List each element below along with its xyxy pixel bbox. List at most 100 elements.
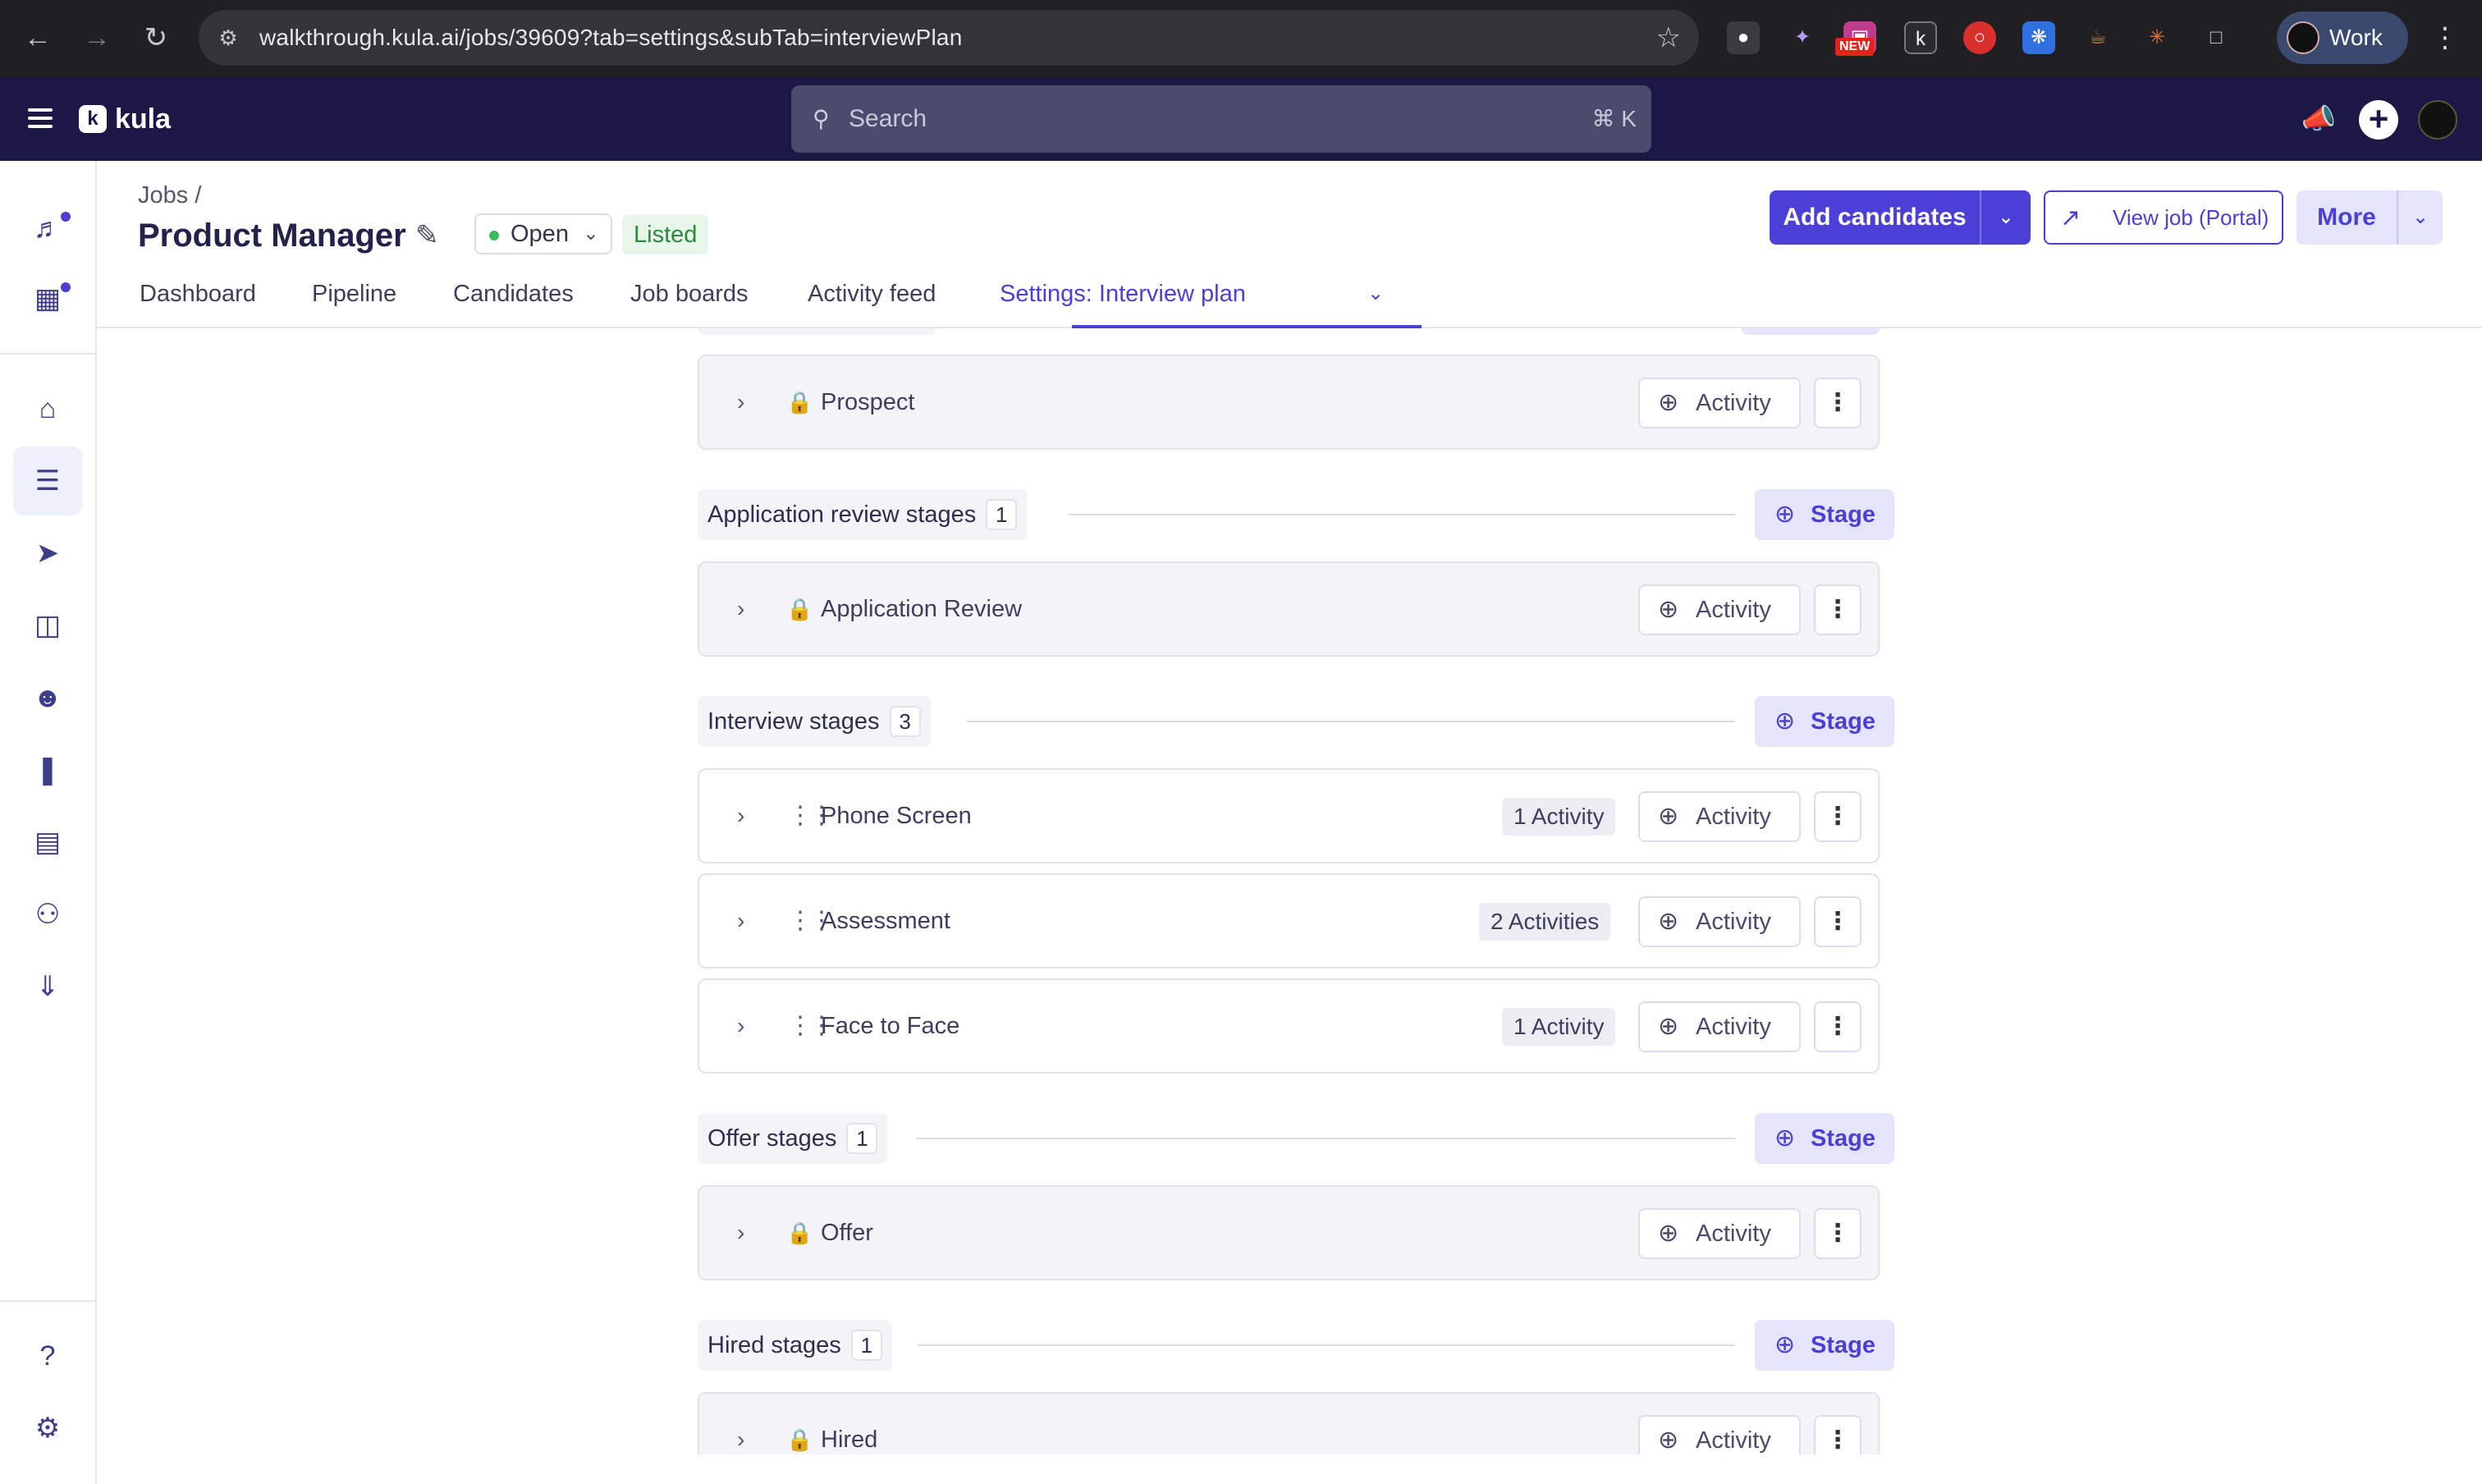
calendar-icon[interactable]: ▦ xyxy=(13,264,82,333)
kula-logo-icon: k xyxy=(79,105,107,133)
group-divider xyxy=(916,1138,1735,1139)
add-stage-button[interactable]: ⊕ Stage xyxy=(1755,696,1894,747)
profile-button[interactable]: Work xyxy=(2277,11,2408,64)
stage-menu-icon[interactable]: ⋮ xyxy=(1814,1208,1862,1259)
stage-card[interactable]: › 🔒 Offer ⊕ Activity ⋮ xyxy=(698,1185,1880,1280)
chevron-right-icon[interactable]: › xyxy=(737,1187,744,1279)
address-bar[interactable]: ⚙ walkthrough.kula.ai/jobs/39609?tab=set… xyxy=(199,10,1699,66)
stage-menu-icon[interactable]: ⋮ xyxy=(1814,378,1862,428)
browser-menu-icon[interactable]: ⋮ xyxy=(2431,18,2459,57)
add-activity-label: Activity xyxy=(1696,909,1771,935)
search-icon: ⚲ xyxy=(813,106,830,131)
add-activity-button[interactable]: ⊕ Activity xyxy=(1638,584,1801,635)
stack-download-icon[interactable]: ⇓ xyxy=(13,952,82,1021)
help-icon[interactable]: ? xyxy=(13,1321,82,1390)
search-placeholder: Search xyxy=(849,105,927,132)
extensions-puzzle-icon[interactable]: □ xyxy=(2200,21,2232,54)
chevron-right-icon[interactable]: › xyxy=(737,563,744,655)
stage-menu-icon[interactable]: ⋮ xyxy=(1814,791,1862,842)
stage-group-chip: Hired stages 1 xyxy=(698,1320,892,1371)
quick-add-icon[interactable]: + xyxy=(2359,100,2398,140)
kula-extension-icon[interactable]: k xyxy=(1904,21,1937,54)
stage-group-count: 1 xyxy=(850,1330,882,1361)
home-icon[interactable]: ⌂ xyxy=(13,374,82,443)
add-activity-button[interactable]: ⊕ Activity xyxy=(1638,1208,1801,1259)
add-stage-button[interactable]: ⊕ Stage xyxy=(1755,1320,1894,1371)
add-activity-button[interactable]: ⊕ Activity xyxy=(1638,791,1801,842)
add-activity-button[interactable]: ⊕ Activity xyxy=(1638,378,1801,428)
breadcrumb[interactable]: Jobs / xyxy=(138,182,201,209)
lock-icon: 🔒 xyxy=(786,597,813,621)
edit-pencil-icon[interactable]: ✎ xyxy=(415,218,450,253)
add-candidates-button[interactable]: Add candidates ⌄ xyxy=(1770,190,2031,245)
stage-card[interactable]: › 🔒 Prospect ⊕ Activity ⋮ xyxy=(698,355,1880,450)
add-activity-button[interactable]: ⊕ Activity xyxy=(1638,1415,1801,1454)
stage-menu-icon[interactable]: ⋮ xyxy=(1814,1001,1862,1052)
send-icon[interactable]: ➤ xyxy=(13,519,82,588)
feather-extension-icon[interactable]: ✦ xyxy=(1786,21,1819,54)
more-button[interactable]: More ⌄ xyxy=(2297,190,2443,245)
add-stage-button[interactable]: ⊕ Stage xyxy=(1755,1113,1894,1164)
audio-wave-icon[interactable]: ❚ xyxy=(13,735,82,804)
tab-dashboard[interactable]: Dashboard xyxy=(140,271,256,317)
chart-icon[interactable]: ▤ xyxy=(13,808,82,877)
lock-icon: 🔒 xyxy=(786,390,813,415)
folder-icon[interactable]: ◫ xyxy=(13,591,82,660)
stage-menu-icon[interactable]: ⋮ xyxy=(1814,584,1862,635)
chevron-right-icon[interactable]: › xyxy=(737,875,744,967)
stage-card[interactable]: › 🔒 Hired ⊕ Activity ⋮ xyxy=(698,1392,1880,1454)
jobs-layers-icon[interactable]: ☰ xyxy=(13,447,82,515)
stage-card[interactable]: › 🔒 Application Review ⊕ Activity ⋮ xyxy=(698,561,1880,657)
users-icon[interactable]: ⚇ xyxy=(13,880,82,949)
stage-group-header: Hired stages 1 ⊕ Stage xyxy=(698,1320,1894,1371)
site-settings-icon[interactable]: ⚙ xyxy=(213,23,243,53)
reload-icon[interactable]: ↻ xyxy=(136,18,176,57)
add-activity-button[interactable]: ⊕ Activity xyxy=(1638,1001,1801,1052)
tab-settings-interview-plan[interactable]: Settings: Interview plan xyxy=(1000,271,1246,317)
search-input[interactable]: ⚲ Search ⌘ K xyxy=(791,85,1651,153)
plus-circle-icon: ⊕ xyxy=(1658,908,1679,935)
stage-card[interactable]: › ⋮⋮ Phone Screen 1 Activity ⊕ Activity … xyxy=(698,768,1880,863)
chevron-right-icon[interactable]: › xyxy=(737,356,744,448)
stage-title: Offer xyxy=(821,1220,873,1246)
more-dropdown-icon[interactable]: ⌄ xyxy=(2398,190,2443,245)
add-candidates-dropdown-icon[interactable]: ⌄ xyxy=(1981,190,2031,245)
tab-candidates[interactable]: Candidates xyxy=(453,271,574,317)
notifications-icon[interactable]: ♬ xyxy=(13,194,82,263)
stage-card[interactable]: › ⋮⋮ Assessment 2 Activities ⊕ Activity … xyxy=(698,873,1880,969)
lock-icon: 🔒 xyxy=(786,1221,813,1245)
announcements-icon[interactable]: 📣 xyxy=(2300,100,2338,138)
menu-icon[interactable] xyxy=(28,103,53,133)
back-icon[interactable]: ← xyxy=(18,18,57,57)
stage-group-count: 1 xyxy=(986,499,1018,530)
settings-extension-icon[interactable]: ❋ xyxy=(2022,21,2055,54)
stage-menu-icon[interactable]: ⋮ xyxy=(1814,1415,1862,1454)
chevron-right-icon[interactable]: › xyxy=(737,1394,744,1454)
job-tabs: Dashboard Pipeline Candidates Job boards… xyxy=(97,263,2482,328)
tab-chevron-down-icon[interactable]: ⌄ xyxy=(1367,271,1384,317)
group-divider xyxy=(967,721,1735,722)
user-avatar[interactable] xyxy=(2418,100,2457,140)
bookmark-star-icon[interactable]: ☆ xyxy=(1656,21,1681,54)
view-job-portal-button[interactable]: ↗ View job (Portal) xyxy=(2044,190,2283,245)
chevron-right-icon[interactable]: › xyxy=(737,980,744,1072)
settings-gear-icon[interactable]: ⚙ xyxy=(13,1394,82,1463)
chat-extension-icon[interactable]: ○ xyxy=(1963,21,1996,54)
add-stage-button[interactable]: ⊕ Stage xyxy=(1755,489,1894,540)
forward-icon[interactable]: → xyxy=(77,18,117,57)
chevron-right-icon[interactable]: › xyxy=(737,770,744,862)
add-activity-label: Activity xyxy=(1696,804,1771,830)
stage-menu-icon[interactable]: ⋮ xyxy=(1814,896,1862,947)
sparkle-extension-icon[interactable]: ✳ xyxy=(2141,21,2173,54)
plus-circle-icon: ⊕ xyxy=(1658,596,1679,623)
profile-circle-icon[interactable]: ☻ xyxy=(13,663,82,732)
add-activity-button[interactable]: ⊕ Activity xyxy=(1638,896,1801,947)
extension-icon[interactable]: ● xyxy=(1727,21,1760,54)
stage-card[interactable]: › ⋮⋮ Face to Face 1 Activity ⊕ Activity … xyxy=(698,978,1880,1074)
coffee-extension-icon[interactable]: ☕ xyxy=(2081,21,2114,54)
stage-group-header: Interview stages 3 ⊕ Stage xyxy=(698,696,1894,747)
tab-job-boards[interactable]: Job boards xyxy=(630,271,749,317)
tab-pipeline[interactable]: Pipeline xyxy=(312,271,396,317)
job-status-dropdown[interactable]: Open ⌄ xyxy=(474,213,612,254)
tab-activity-feed[interactable]: Activity feed xyxy=(808,271,936,317)
